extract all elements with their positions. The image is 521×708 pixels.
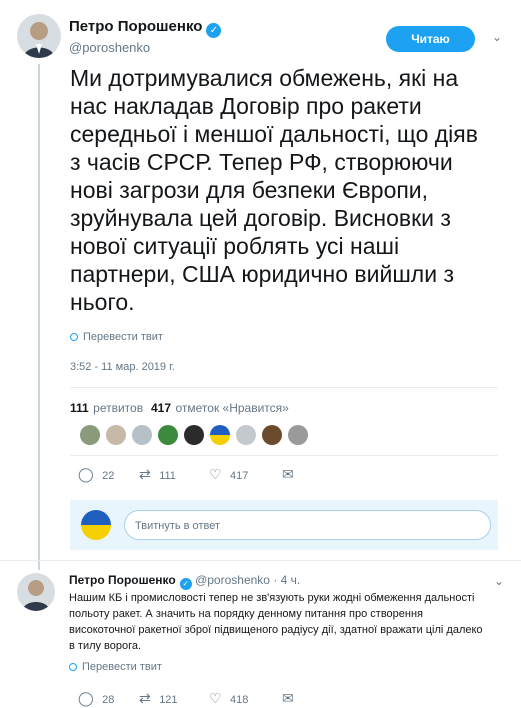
reply-header: Петро Порошенко ✓ @poroshenko · 4 ч. [69, 573, 300, 590]
liker-avatar[interactable] [236, 425, 256, 445]
retweet-count: 111 [159, 470, 176, 482]
heart-icon: ♡ [209, 466, 222, 482]
follow-button[interactable]: Читаю [386, 26, 475, 52]
reply-retweet-action[interactable]: ⇄ 121 [139, 690, 178, 708]
retweets-stat[interactable]: 111 ретвитов [70, 399, 143, 417]
reply-reply-action[interactable]: ◯ 28 [78, 690, 114, 708]
translate-link[interactable]: Перевести твит [70, 331, 163, 343]
likes-label: отметок «Нравится» [175, 401, 289, 415]
liker-avatar[interactable] [80, 425, 100, 445]
reply-author-avatar[interactable] [17, 573, 55, 611]
chevron-down-icon[interactable]: ⌄ [492, 30, 502, 44]
reply-author-handle[interactable]: @poroshenko [195, 573, 270, 587]
reply-like-count: 418 [230, 694, 249, 706]
tweet-text: Ми дотримувалися обмежень, які на нас на… [70, 65, 478, 315]
reply-author-name[interactable]: Петро Порошенко [69, 573, 176, 587]
reply-action[interactable]: ◯ 22 [78, 466, 114, 484]
reply-count: 22 [102, 470, 115, 482]
retweets-label: ретвитов [93, 401, 144, 415]
liker-avatar[interactable] [288, 425, 308, 445]
like-count: 417 [230, 470, 249, 482]
mail-icon: ✉ [282, 690, 294, 706]
author-name[interactable]: Петро Порошенко [69, 18, 202, 35]
author-name-row: Петро Порошенко ✓ [69, 18, 222, 38]
tweet-timestamp[interactable]: 3:52 - 11 мар. 2019 г. [70, 361, 175, 373]
reply-translate-link[interactable]: Перевести твит [69, 661, 162, 673]
message-action[interactable]: ✉ [282, 466, 294, 484]
reply-reply-count: 28 [102, 694, 115, 706]
likes-count: 417 [151, 401, 172, 415]
divider [70, 387, 498, 388]
author-avatar[interactable] [17, 14, 61, 58]
retweet-icon: ⇄ [139, 690, 151, 706]
liker-avatar[interactable] [210, 425, 230, 445]
retweets-count: 111 [70, 401, 89, 415]
liker-avatar[interactable] [184, 425, 204, 445]
thread-line [38, 64, 40, 570]
verified-badge-icon: ✓ [179, 578, 192, 590]
likes-stat[interactable]: 417 отметок «Нравится» [151, 399, 289, 417]
reply-time[interactable]: · 4 ч. [273, 573, 300, 587]
reply-icon: ◯ [78, 466, 94, 482]
liker-avatar[interactable] [158, 425, 178, 445]
reply-retweet-count: 121 [159, 694, 178, 706]
heart-icon: ♡ [209, 690, 222, 706]
retweet-icon: ⇄ [139, 466, 151, 482]
globe-icon [70, 333, 78, 341]
divider [0, 560, 521, 561]
liker-avatar[interactable] [132, 425, 152, 445]
chevron-down-icon[interactable]: ⌄ [494, 574, 504, 588]
mail-icon: ✉ [282, 466, 294, 482]
reply-like-action[interactable]: ♡ 418 [209, 690, 248, 708]
verified-badge-icon: ✓ [206, 23, 222, 38]
author-handle[interactable]: @poroshenko [69, 40, 150, 55]
reply-icon: ◯ [78, 690, 94, 706]
divider [70, 455, 498, 456]
globe-icon [69, 663, 77, 671]
reply-tweet-text: Нашим КБ і промисловості тепер не зв'язу… [69, 592, 483, 652]
translate-label: Перевести твит [82, 661, 162, 673]
reply-input[interactable]: Твитнуть в ответ [124, 510, 491, 540]
current-user-avatar [81, 510, 111, 540]
translate-label: Перевести твит [83, 331, 163, 343]
retweet-action[interactable]: ⇄ 111 [139, 466, 176, 484]
like-action[interactable]: ♡ 417 [209, 466, 248, 484]
reply-message-action[interactable]: ✉ [282, 690, 294, 708]
liker-avatar[interactable] [262, 425, 282, 445]
liker-avatar[interactable] [106, 425, 126, 445]
